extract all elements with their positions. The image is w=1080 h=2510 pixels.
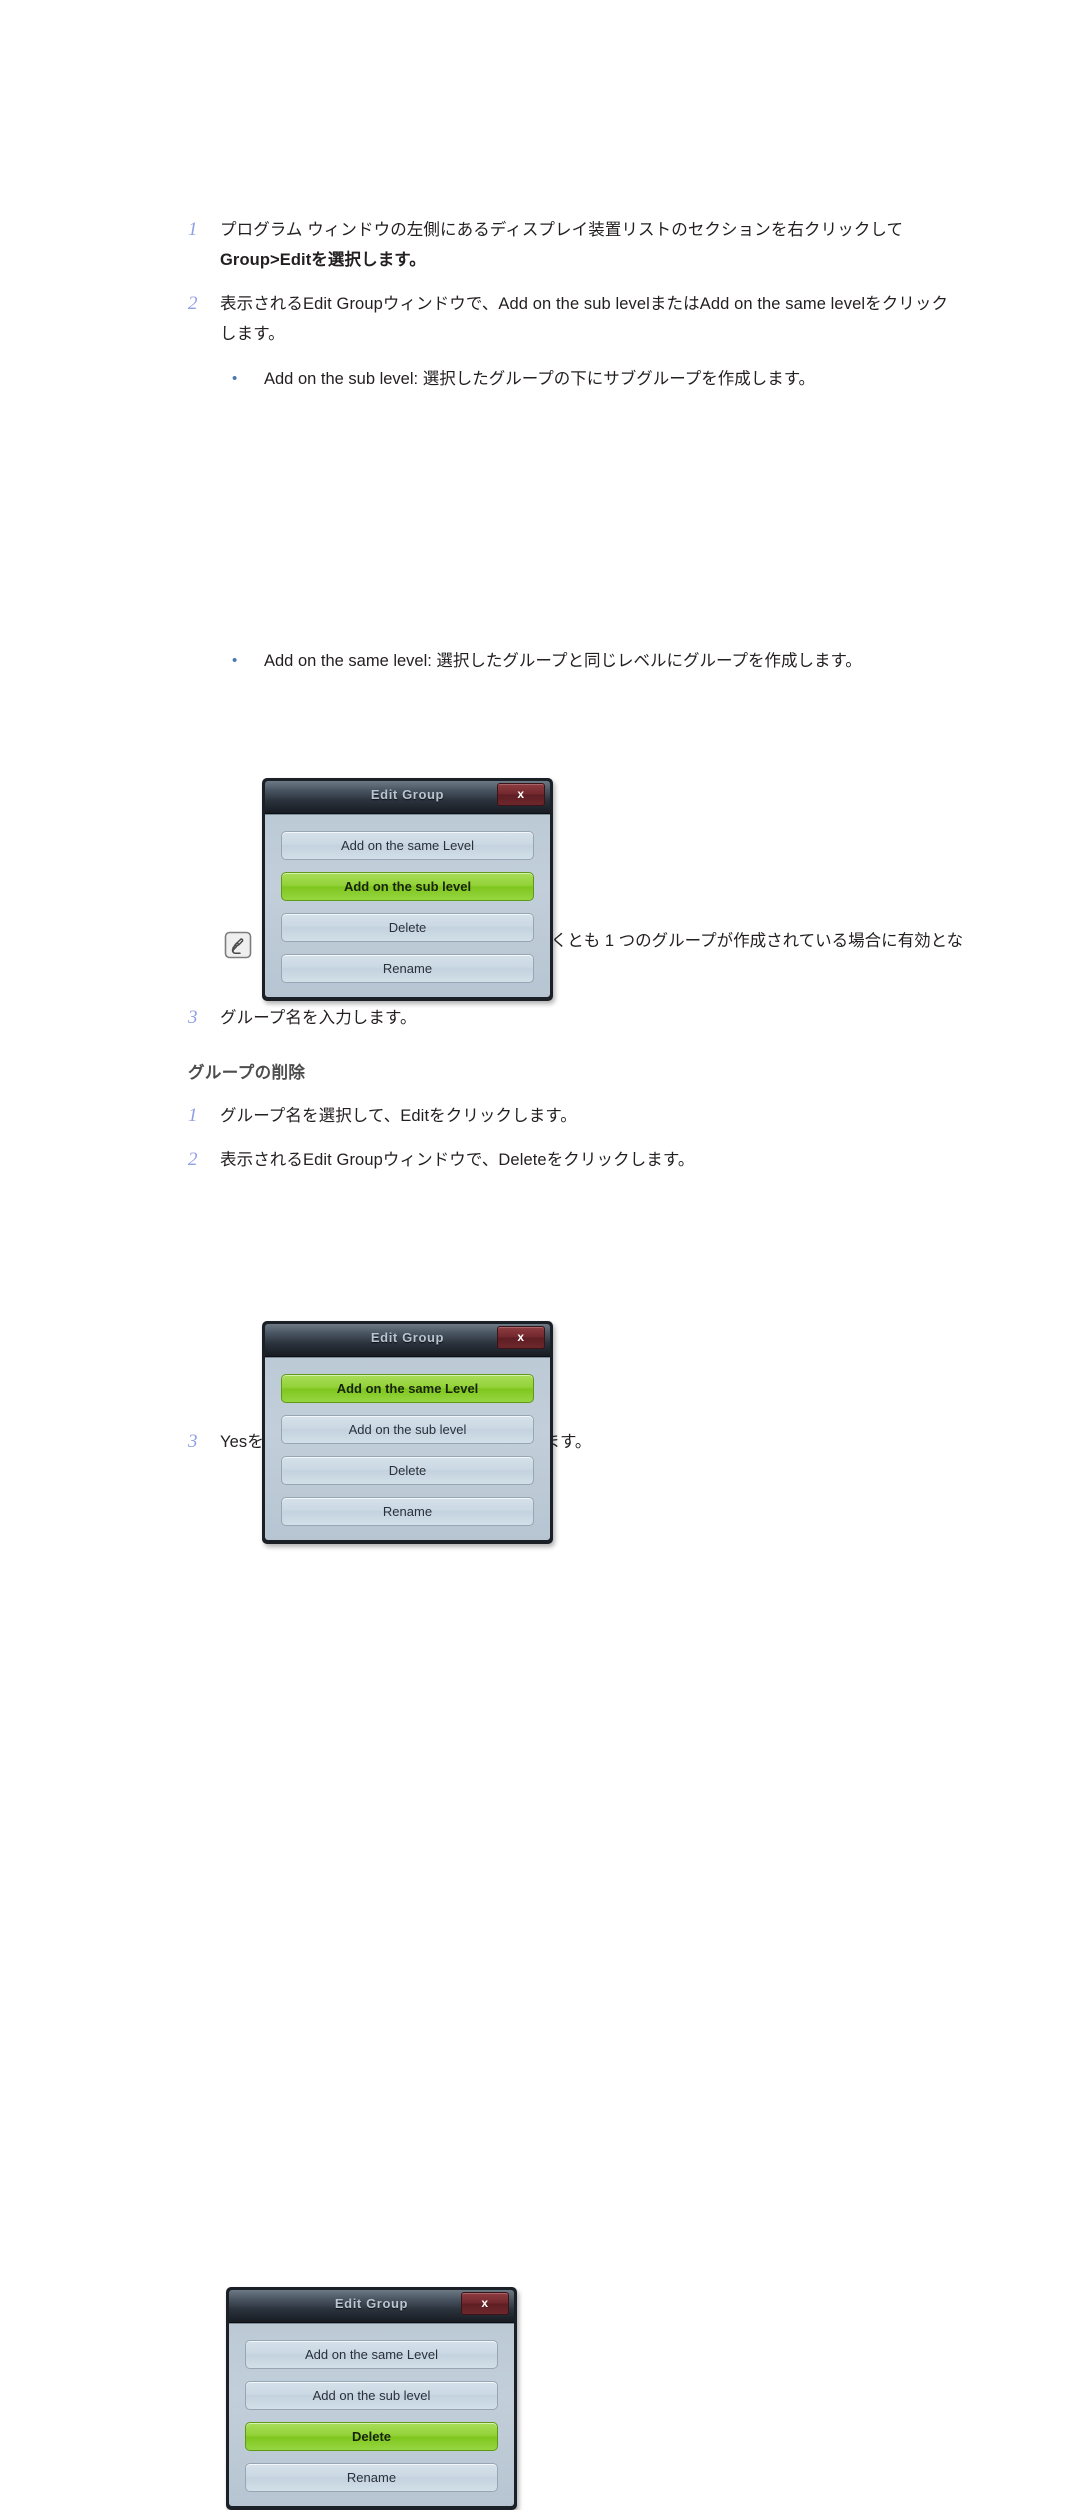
step-create-2: 2 表示されるEdit Groupウィンドウで、Add on the sub l… [188,289,1018,349]
step-text: プログラム ウィンドウの左側にあるディスプレイ装置リストのセクションを右クリック… [220,215,1018,275]
step-number: 2 [188,1149,198,1170]
step-text: 表示されるEdit Groupウィンドウで、Add on the sub lev… [220,289,1018,349]
step-number: 3 [188,1431,198,1452]
page-content: 1 プログラム ウィンドウの左側にあるディスプレイ装置リストのセクションを右クリ… [188,215,1018,2510]
close-icon[interactable]: x [461,2292,509,2315]
step-delete-2: 2 表示されるEdit Groupウィンドウで、Deleteをクリックします。 [188,1145,1018,1175]
bullet-label: Add on the same level: 選択したグループと同じレベルにグル… [264,652,862,670]
step-text-line2: します。 [220,325,285,343]
step-number: 1 [188,219,198,240]
bullet-same-level: • Add on the same level: 選択したグループと同じレベルに… [188,647,1018,675]
button-delete[interactable]: Delete [245,2422,498,2451]
button-rename[interactable]: Rename [245,2463,498,2492]
step-text: 表示されるEdit Groupウィンドウで、Deleteをクリックします。 [220,1151,695,1169]
bullet-marker-icon: • [232,652,238,669]
manual-page: 1 プログラム ウィンドウの左側にあるディスプレイ装置リストのセクションを右クリ… [0,0,1080,2510]
button-add-on-sub-level[interactable]: Add on the sub level [245,2381,498,2410]
step-create-1: 1 プログラム ウィンドウの左側にあるディスプレイ装置リストのセクションを右クリ… [188,215,1018,275]
dialog-body: Add on the same Level Add on the sub lev… [229,2323,514,2506]
dialog-wrapper-3: Edit Group x Add on the same Level Add o… [188,1189,1018,2510]
step-number: 1 [188,1105,198,1126]
dialog-wrapper-2: Edit Group x Add on the same Level Add o… [188,679,1018,1544]
dialog-titlebar: Edit Group x [229,2290,514,2323]
step-delete-1: 1 グループ名を選択して、Editをクリックします。 [188,1101,1018,1131]
dialog-wrapper-1: Edit Group x Add on the same Level Add o… [188,397,1018,1001]
step-text-line1: 表示されるEdit Groupウィンドウで、Add on the sub lev… [220,295,949,313]
step-text: グループ名を選択して、Editをクリックします。 [220,1107,577,1125]
section-heading-delete-group: グループの削除 [188,1064,306,1082]
step-create-3: 3 グループ名を入力します。 [188,1003,1018,1033]
step-number: 3 [188,1007,198,1028]
button-rename[interactable]: Rename [281,1497,534,1526]
button-delete[interactable]: Delete [281,913,534,942]
step-number: 2 [188,293,198,314]
bullet-label: Add on the sub level: 選択したグループの下にサブグループを… [264,370,816,388]
step-text-line1: プログラム ウィンドウの左側にあるディスプレイ装置リストのセクションを右クリック… [220,221,904,239]
bullet-marker-icon: • [232,370,238,387]
button-add-on-same-level[interactable]: Add on the same Level [245,2340,498,2369]
step-text: グループ名を入力します。 [220,1009,417,1027]
step-text-line2: Group>Editを選択します。 [220,251,426,269]
bullet-sub-level: • Add on the sub level: 選択したグループの下にサブグルー… [188,365,1018,393]
edit-group-dialog-delete[interactable]: Edit Group x Add on the same Level Add o… [226,2287,517,2510]
button-delete[interactable]: Delete [281,1456,534,1485]
button-rename[interactable]: Rename [281,954,534,983]
